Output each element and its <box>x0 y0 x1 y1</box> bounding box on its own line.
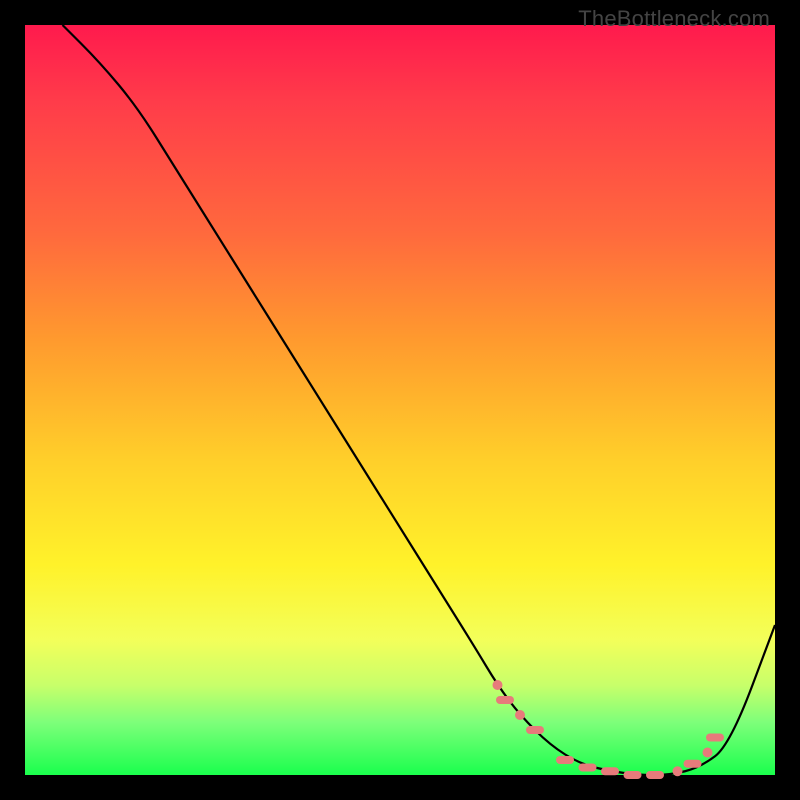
data-marker <box>556 756 574 764</box>
watermark-text: TheBottleneck.com <box>578 6 770 32</box>
chart-frame <box>25 25 775 775</box>
data-marker <box>646 771 664 779</box>
data-marker <box>496 696 514 704</box>
data-marker <box>493 680 503 690</box>
bottleneck-curve <box>63 25 776 775</box>
marker-layer <box>493 680 725 779</box>
data-marker <box>706 734 724 742</box>
data-marker <box>515 710 525 720</box>
data-marker <box>526 726 544 734</box>
data-marker <box>624 771 642 779</box>
data-marker <box>579 764 597 772</box>
data-marker <box>601 767 619 775</box>
plot-area <box>25 25 775 775</box>
curve-layer <box>25 25 775 775</box>
data-marker <box>703 748 713 758</box>
data-marker <box>684 760 702 768</box>
data-marker <box>673 766 683 776</box>
